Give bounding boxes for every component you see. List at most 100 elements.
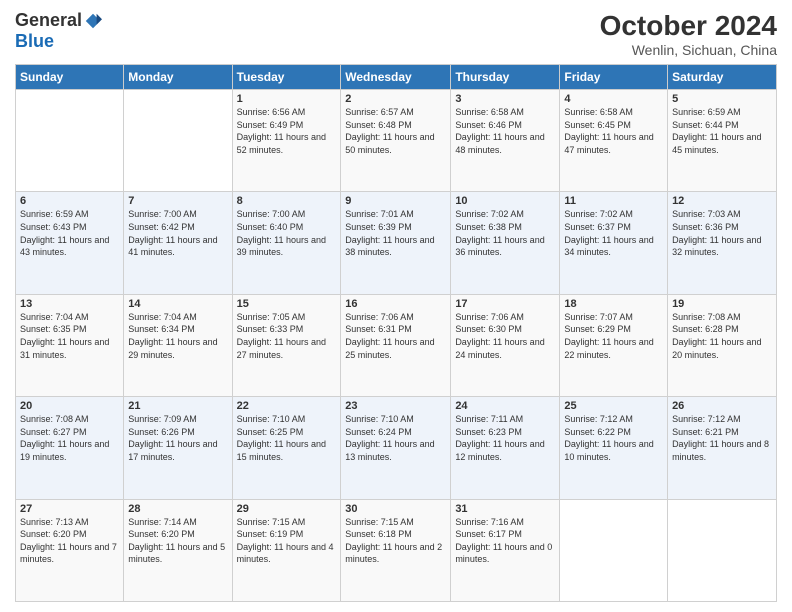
- day-number: 23: [345, 400, 446, 412]
- calendar-cell: 10 Sunrise: 7:02 AMSunset: 6:38 PMDaylig…: [451, 192, 560, 294]
- day-number: 4: [564, 93, 663, 105]
- calendar-cell: [124, 90, 232, 192]
- day-number: 31: [455, 503, 555, 515]
- day-info: Sunrise: 6:56 AMSunset: 6:49 PMDaylight:…: [237, 107, 326, 155]
- day-number: 14: [128, 298, 227, 310]
- calendar-cell: 2 Sunrise: 6:57 AMSunset: 6:48 PMDayligh…: [341, 90, 451, 192]
- calendar-cell: 27 Sunrise: 7:13 AMSunset: 6:20 PMDaylig…: [16, 499, 124, 601]
- calendar-cell: 29 Sunrise: 7:15 AMSunset: 6:19 PMDaylig…: [232, 499, 341, 601]
- day-number: 12: [672, 195, 772, 207]
- days-header-row: SundayMondayTuesdayWednesdayThursdayFrid…: [16, 65, 777, 90]
- calendar-cell: 20 Sunrise: 7:08 AMSunset: 6:27 PMDaylig…: [16, 397, 124, 499]
- calendar-cell: [668, 499, 777, 601]
- day-number: 29: [237, 503, 337, 515]
- day-info: Sunrise: 7:13 AMSunset: 6:20 PMDaylight:…: [20, 517, 117, 565]
- day-header-wednesday: Wednesday: [341, 65, 451, 90]
- logo-blue: Blue: [15, 31, 54, 52]
- calendar-cell: [16, 90, 124, 192]
- calendar-cell: 5 Sunrise: 6:59 AMSunset: 6:44 PMDayligh…: [668, 90, 777, 192]
- calendar-cell: 1 Sunrise: 6:56 AMSunset: 6:49 PMDayligh…: [232, 90, 341, 192]
- logo: General Blue: [15, 10, 102, 52]
- day-number: 21: [128, 400, 227, 412]
- day-info: Sunrise: 7:01 AMSunset: 6:39 PMDaylight:…: [345, 209, 434, 257]
- day-header-saturday: Saturday: [668, 65, 777, 90]
- week-row-1: 1 Sunrise: 6:56 AMSunset: 6:49 PMDayligh…: [16, 90, 777, 192]
- day-info: Sunrise: 6:59 AMSunset: 6:43 PMDaylight:…: [20, 209, 109, 257]
- calendar-cell: 28 Sunrise: 7:14 AMSunset: 6:20 PMDaylig…: [124, 499, 232, 601]
- day-number: 5: [672, 93, 772, 105]
- day-info: Sunrise: 7:00 AMSunset: 6:40 PMDaylight:…: [237, 209, 326, 257]
- calendar-cell: 12 Sunrise: 7:03 AMSunset: 6:36 PMDaylig…: [668, 192, 777, 294]
- day-number: 6: [20, 195, 119, 207]
- calendar-cell: 25 Sunrise: 7:12 AMSunset: 6:22 PMDaylig…: [560, 397, 668, 499]
- calendar-cell: 9 Sunrise: 7:01 AMSunset: 6:39 PMDayligh…: [341, 192, 451, 294]
- day-number: 9: [345, 195, 446, 207]
- calendar-cell: 31 Sunrise: 7:16 AMSunset: 6:17 PMDaylig…: [451, 499, 560, 601]
- day-number: 2: [345, 93, 446, 105]
- day-number: 25: [564, 400, 663, 412]
- day-info: Sunrise: 6:58 AMSunset: 6:45 PMDaylight:…: [564, 107, 653, 155]
- day-number: 1: [237, 93, 337, 105]
- day-info: Sunrise: 7:02 AMSunset: 6:38 PMDaylight:…: [455, 209, 544, 257]
- week-row-2: 6 Sunrise: 6:59 AMSunset: 6:43 PMDayligh…: [16, 192, 777, 294]
- day-info: Sunrise: 7:10 AMSunset: 6:24 PMDaylight:…: [345, 414, 434, 462]
- location: Wenlin, Sichuan, China: [600, 42, 777, 58]
- calendar-cell: 13 Sunrise: 7:04 AMSunset: 6:35 PMDaylig…: [16, 294, 124, 396]
- day-info: Sunrise: 7:16 AMSunset: 6:17 PMDaylight:…: [455, 517, 552, 565]
- calendar-cell: 3 Sunrise: 6:58 AMSunset: 6:46 PMDayligh…: [451, 90, 560, 192]
- day-number: 27: [20, 503, 119, 515]
- month-title: October 2024: [600, 10, 777, 42]
- calendar-cell: 26 Sunrise: 7:12 AMSunset: 6:21 PMDaylig…: [668, 397, 777, 499]
- calendar-cell: 17 Sunrise: 7:06 AMSunset: 6:30 PMDaylig…: [451, 294, 560, 396]
- header: General Blue October 2024 Wenlin, Sichua…: [15, 10, 777, 58]
- day-number: 15: [237, 298, 337, 310]
- calendar-cell: 7 Sunrise: 7:00 AMSunset: 6:42 PMDayligh…: [124, 192, 232, 294]
- week-row-3: 13 Sunrise: 7:04 AMSunset: 6:35 PMDaylig…: [16, 294, 777, 396]
- day-info: Sunrise: 7:12 AMSunset: 6:22 PMDaylight:…: [564, 414, 653, 462]
- day-number: 3: [455, 93, 555, 105]
- day-info: Sunrise: 7:02 AMSunset: 6:37 PMDaylight:…: [564, 209, 653, 257]
- logo-icon: [84, 12, 102, 30]
- calendar-cell: 21 Sunrise: 7:09 AMSunset: 6:26 PMDaylig…: [124, 397, 232, 499]
- calendar-cell: 14 Sunrise: 7:04 AMSunset: 6:34 PMDaylig…: [124, 294, 232, 396]
- day-info: Sunrise: 7:15 AMSunset: 6:18 PMDaylight:…: [345, 517, 442, 565]
- day-info: Sunrise: 7:11 AMSunset: 6:23 PMDaylight:…: [455, 414, 544, 462]
- day-info: Sunrise: 7:15 AMSunset: 6:19 PMDaylight:…: [237, 517, 334, 565]
- calendar-cell: 6 Sunrise: 6:59 AMSunset: 6:43 PMDayligh…: [16, 192, 124, 294]
- calendar-cell: 24 Sunrise: 7:11 AMSunset: 6:23 PMDaylig…: [451, 397, 560, 499]
- week-row-5: 27 Sunrise: 7:13 AMSunset: 6:20 PMDaylig…: [16, 499, 777, 601]
- day-info: Sunrise: 7:05 AMSunset: 6:33 PMDaylight:…: [237, 312, 326, 360]
- calendar-cell: 4 Sunrise: 6:58 AMSunset: 6:45 PMDayligh…: [560, 90, 668, 192]
- day-info: Sunrise: 6:59 AMSunset: 6:44 PMDaylight:…: [672, 107, 761, 155]
- calendar-cell: [560, 499, 668, 601]
- day-info: Sunrise: 7:08 AMSunset: 6:27 PMDaylight:…: [20, 414, 109, 462]
- calendar-cell: 18 Sunrise: 7:07 AMSunset: 6:29 PMDaylig…: [560, 294, 668, 396]
- day-info: Sunrise: 7:04 AMSunset: 6:34 PMDaylight:…: [128, 312, 217, 360]
- day-number: 26: [672, 400, 772, 412]
- calendar-cell: 22 Sunrise: 7:10 AMSunset: 6:25 PMDaylig…: [232, 397, 341, 499]
- day-info: Sunrise: 7:06 AMSunset: 6:30 PMDaylight:…: [455, 312, 544, 360]
- day-info: Sunrise: 7:00 AMSunset: 6:42 PMDaylight:…: [128, 209, 217, 257]
- page: General Blue October 2024 Wenlin, Sichua…: [0, 0, 792, 612]
- day-info: Sunrise: 7:09 AMSunset: 6:26 PMDaylight:…: [128, 414, 217, 462]
- calendar-cell: 8 Sunrise: 7:00 AMSunset: 6:40 PMDayligh…: [232, 192, 341, 294]
- calendar: SundayMondayTuesdayWednesdayThursdayFrid…: [15, 64, 777, 602]
- day-number: 24: [455, 400, 555, 412]
- day-number: 22: [237, 400, 337, 412]
- day-header-thursday: Thursday: [451, 65, 560, 90]
- day-info: Sunrise: 6:58 AMSunset: 6:46 PMDaylight:…: [455, 107, 544, 155]
- logo-general: General: [15, 10, 82, 31]
- day-number: 20: [20, 400, 119, 412]
- day-number: 28: [128, 503, 227, 515]
- day-number: 7: [128, 195, 227, 207]
- day-header-tuesday: Tuesday: [232, 65, 341, 90]
- day-number: 8: [237, 195, 337, 207]
- day-header-monday: Monday: [124, 65, 232, 90]
- day-info: Sunrise: 7:10 AMSunset: 6:25 PMDaylight:…: [237, 414, 326, 462]
- day-info: Sunrise: 7:08 AMSunset: 6:28 PMDaylight:…: [672, 312, 761, 360]
- day-header-friday: Friday: [560, 65, 668, 90]
- calendar-cell: 15 Sunrise: 7:05 AMSunset: 6:33 PMDaylig…: [232, 294, 341, 396]
- day-number: 18: [564, 298, 663, 310]
- day-number: 30: [345, 503, 446, 515]
- day-info: Sunrise: 7:03 AMSunset: 6:36 PMDaylight:…: [672, 209, 761, 257]
